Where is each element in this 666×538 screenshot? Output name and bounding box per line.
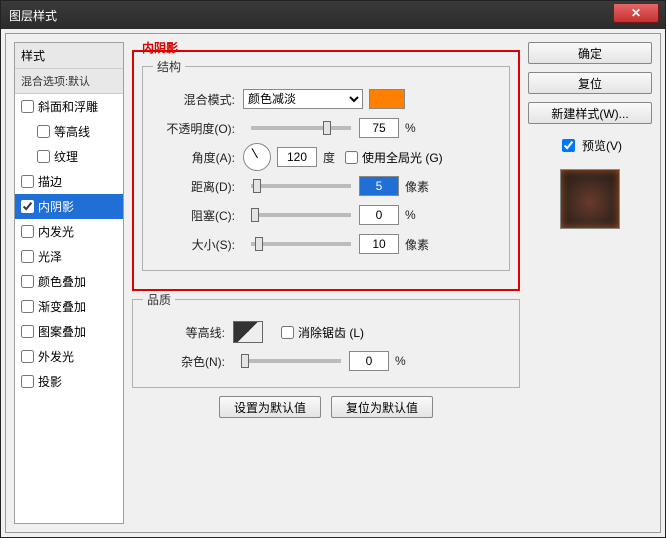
choke-slider[interactable] [251, 213, 351, 217]
sidebar-item-checkbox[interactable] [21, 275, 34, 288]
noise-slider[interactable] [241, 359, 341, 363]
sidebar-item-checkbox[interactable] [37, 150, 50, 163]
sidebar-item-label: 颜色叠加 [38, 273, 86, 290]
sidebar-item-label: 内阴影 [38, 198, 74, 215]
sidebar-blend-options[interactable]: 混合选项:默认 [15, 69, 123, 94]
sidebar-item-label: 纹理 [54, 148, 78, 165]
new-style-button[interactable]: 新建样式(W)... [528, 102, 652, 124]
titlebar: 图层样式 ✕ [1, 1, 665, 29]
sidebar-item[interactable]: 光泽 [15, 244, 123, 269]
sidebar-item-checkbox[interactable] [21, 375, 34, 388]
sidebar-header: 样式 [15, 43, 123, 69]
size-slider[interactable] [251, 242, 351, 246]
sidebar-item[interactable]: 斜面和浮雕 [15, 94, 123, 119]
sidebar-item[interactable]: 等高线 [15, 119, 123, 144]
sidebar-item-label: 斜面和浮雕 [38, 98, 98, 115]
noise-label: 杂色(N): [143, 353, 233, 370]
opacity-label: 不透明度(O): [153, 120, 243, 137]
distance-slider[interactable] [251, 184, 351, 188]
choke-label: 阻塞(C): [153, 207, 243, 224]
distance-input[interactable] [359, 176, 399, 196]
sidebar-item[interactable]: 渐变叠加 [15, 294, 123, 319]
sidebar-item-checkbox[interactable] [37, 125, 50, 138]
quality-legend: 品质 [143, 291, 175, 308]
angle-dial[interactable] [243, 143, 271, 171]
opacity-unit: % [405, 121, 416, 135]
size-input[interactable] [359, 234, 399, 254]
sidebar-item[interactable]: 颜色叠加 [15, 269, 123, 294]
angle-unit: 度 [323, 149, 335, 166]
sidebar-item[interactable]: 图案叠加 [15, 319, 123, 344]
sidebar-item-label: 内发光 [38, 223, 74, 240]
sidebar-item-checkbox[interactable] [21, 325, 34, 338]
sidebar-item-label: 光泽 [38, 248, 62, 265]
highlight-box: 结构 混合模式: 颜色减淡 不透明度(O): % [132, 50, 520, 291]
layer-style-dialog: 图层样式 ✕ 样式 混合选项:默认 斜面和浮雕等高线纹理描边内阴影内发光光泽颜色… [0, 0, 666, 538]
settings-panel: 内阴影 结构 混合模式: 颜色减淡 不透明度(O): [124, 42, 528, 524]
preview-checkbox[interactable]: 预览(V) [528, 136, 652, 155]
opacity-slider[interactable] [251, 126, 351, 130]
action-column: 确定 复位 新建样式(W)... 预览(V) [528, 42, 652, 524]
sidebar-item-label: 描边 [38, 173, 62, 190]
reset-default-button[interactable]: 复位为默认值 [331, 396, 433, 418]
choke-unit: % [405, 208, 416, 222]
window-title: 图层样式 [9, 7, 613, 24]
size-label: 大小(S): [153, 236, 243, 253]
styles-sidebar: 样式 混合选项:默认 斜面和浮雕等高线纹理描边内阴影内发光光泽颜色叠加渐变叠加图… [14, 42, 124, 524]
sidebar-item-label: 图案叠加 [38, 323, 86, 340]
sidebar-item[interactable]: 外发光 [15, 344, 123, 369]
sidebar-item-checkbox[interactable] [21, 250, 34, 263]
set-default-button[interactable]: 设置为默认值 [219, 396, 321, 418]
sidebar-item-checkbox[interactable] [21, 225, 34, 238]
quality-group: 品质 等高线: 消除锯齿 (L) 杂色(N): % [132, 291, 520, 388]
antialias-checkbox[interactable]: 消除锯齿 (L) [281, 324, 364, 341]
noise-input[interactable] [349, 351, 389, 371]
cancel-button[interactable]: 复位 [528, 72, 652, 94]
sidebar-item[interactable]: 描边 [15, 169, 123, 194]
close-button[interactable]: ✕ [613, 3, 659, 23]
sidebar-item-label: 投影 [38, 373, 62, 390]
sidebar-item-label: 等高线 [54, 123, 90, 140]
angle-label: 角度(A): [153, 149, 243, 166]
contour-label: 等高线: [143, 324, 233, 341]
sidebar-item[interactable]: 投影 [15, 369, 123, 394]
ok-button[interactable]: 确定 [528, 42, 652, 64]
sidebar-item[interactable]: 内阴影 [15, 194, 123, 219]
opacity-input[interactable] [359, 118, 399, 138]
blend-mode-label: 混合模式: [153, 91, 243, 108]
sidebar-item-label: 外发光 [38, 348, 74, 365]
sidebar-item-checkbox[interactable] [21, 200, 34, 213]
distance-label: 距离(D): [153, 178, 243, 195]
panel-heading: 内阴影 [142, 39, 178, 56]
preview-thumbnail [560, 169, 620, 229]
sidebar-item-checkbox[interactable] [21, 100, 34, 113]
angle-input[interactable] [277, 147, 317, 167]
sidebar-item[interactable]: 纹理 [15, 144, 123, 169]
contour-picker[interactable] [233, 321, 263, 343]
color-swatch[interactable] [369, 89, 405, 109]
size-unit: 像素 [405, 236, 429, 253]
dialog-body: 样式 混合选项:默认 斜面和浮雕等高线纹理描边内阴影内发光光泽颜色叠加渐变叠加图… [5, 33, 661, 533]
distance-unit: 像素 [405, 178, 429, 195]
sidebar-item-label: 渐变叠加 [38, 298, 86, 315]
close-icon: ✕ [631, 6, 641, 20]
structure-legend: 结构 [153, 58, 185, 75]
sidebar-item[interactable]: 内发光 [15, 219, 123, 244]
choke-input[interactable] [359, 205, 399, 225]
blend-mode-select[interactable]: 颜色减淡 [243, 89, 363, 109]
sidebar-item-checkbox[interactable] [21, 175, 34, 188]
structure-group: 结构 混合模式: 颜色减淡 不透明度(O): % [142, 58, 510, 271]
sidebar-item-checkbox[interactable] [21, 300, 34, 313]
noise-unit: % [395, 354, 406, 368]
sidebar-item-checkbox[interactable] [21, 350, 34, 363]
global-light-checkbox[interactable]: 使用全局光 (G) [345, 149, 443, 166]
